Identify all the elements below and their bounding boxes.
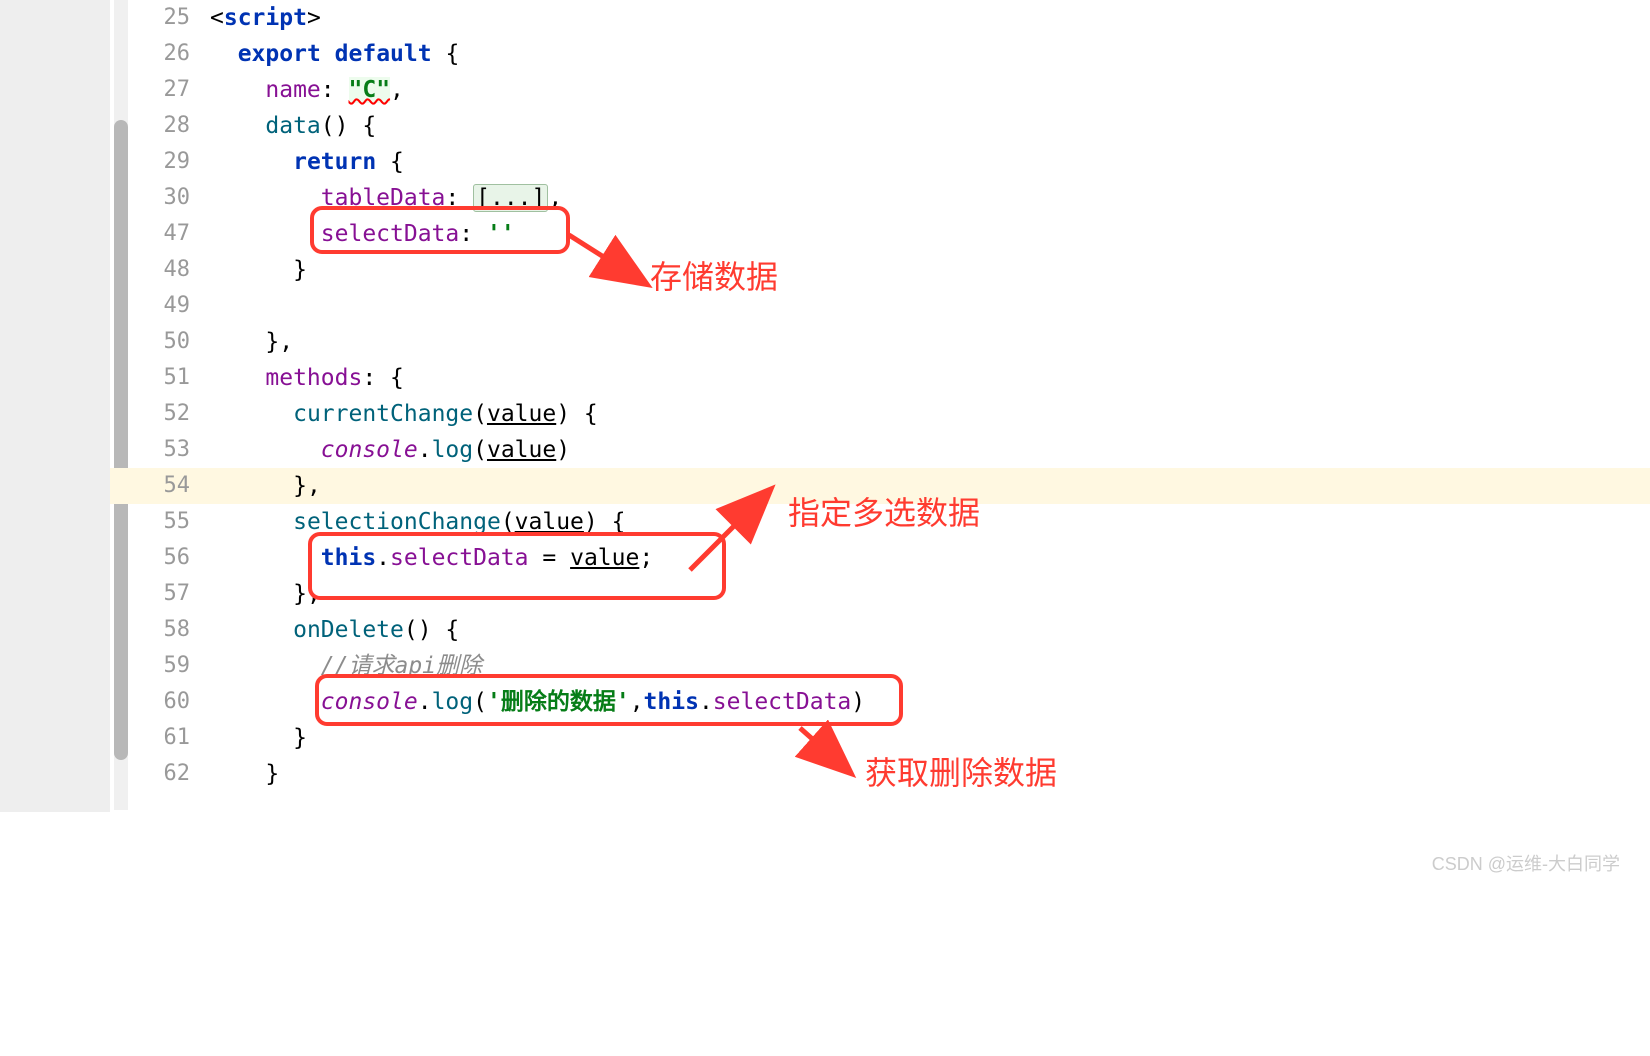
code-text: name: "C", — [210, 72, 404, 108]
line-number: 30 — [130, 180, 210, 216]
code-line[interactable]: 48 } — [0, 252, 1650, 288]
line-number: 47 — [130, 216, 210, 252]
annotation-label-2: 指定多选数据 — [788, 488, 980, 534]
code-text: export default { — [210, 36, 459, 72]
line-number: 61 — [130, 720, 210, 756]
code-line[interactable]: 52 currentChange(value) { — [0, 396, 1650, 432]
code-line[interactable]: 56 this.selectData = value; — [0, 540, 1650, 576]
code-line[interactable]: 57 }, — [0, 576, 1650, 612]
line-number: 59 — [130, 648, 210, 684]
line-number: 54 — [130, 468, 210, 504]
line-number: 48 — [130, 252, 210, 288]
annotation-arrow-1 — [565, 225, 655, 300]
code-text: }, — [210, 324, 293, 360]
annotation-label-3: 获取删除数据 — [865, 748, 1057, 794]
code-line[interactable]: 30 tableData: [...], — [0, 180, 1650, 216]
code-text: } — [210, 252, 307, 288]
code-line[interactable]: 47 selectData: '' — [0, 216, 1650, 252]
line-number: 29 — [130, 144, 210, 180]
code-line[interactable]: 28 data() { — [0, 108, 1650, 144]
line-number: 53 — [130, 432, 210, 468]
code-line[interactable]: 29 return { — [0, 144, 1650, 180]
line-number: 62 — [130, 756, 210, 792]
code-text: onDelete() { — [210, 612, 459, 648]
code-line[interactable]: 50 }, — [0, 324, 1650, 360]
code-line[interactable]: 25 <script> — [0, 0, 1650, 36]
code-text: currentChange(value) { — [210, 396, 598, 432]
code-line[interactable]: 27 name: "C", — [0, 72, 1650, 108]
code-line[interactable]: 51 methods: { — [0, 360, 1650, 396]
annotation-box-2 — [308, 532, 726, 600]
code-text: } — [210, 720, 307, 756]
line-number: 27 — [130, 72, 210, 108]
code-line[interactable]: 49 — [0, 288, 1650, 324]
code-text: }, — [210, 576, 321, 612]
line-number: 55 — [130, 504, 210, 540]
code-text: return { — [210, 144, 404, 180]
line-number: 60 — [130, 684, 210, 720]
annotation-arrow-3 — [790, 720, 860, 780]
line-number: 57 — [130, 576, 210, 612]
code-text: } — [210, 756, 279, 792]
line-number: 26 — [130, 36, 210, 72]
code-text: }, — [210, 468, 321, 504]
line-number: 52 — [130, 396, 210, 432]
watermark: CSDN @运维-大白同学 — [1432, 850, 1620, 876]
line-number: 25 — [130, 0, 210, 36]
annotation-arrow-2 — [680, 480, 780, 580]
line-number: 56 — [130, 540, 210, 576]
code-text: <script> — [210, 0, 321, 36]
code-text: methods: { — [210, 360, 404, 396]
annotation-box-3 — [315, 674, 903, 726]
code-line[interactable]: 53 console.log(value) — [0, 432, 1650, 468]
code-text: console.log(value) — [210, 432, 570, 468]
line-number: 28 — [130, 108, 210, 144]
line-number: 58 — [130, 612, 210, 648]
annotation-box-1 — [310, 206, 570, 254]
code-line[interactable]: 58 onDelete() { — [0, 612, 1650, 648]
line-number: 50 — [130, 324, 210, 360]
line-number: 51 — [130, 360, 210, 396]
line-number: 49 — [130, 288, 210, 324]
annotation-label-1: 存储数据 — [650, 252, 778, 298]
code-text: data() { — [210, 108, 376, 144]
code-line[interactable]: 26 export default { — [0, 36, 1650, 72]
